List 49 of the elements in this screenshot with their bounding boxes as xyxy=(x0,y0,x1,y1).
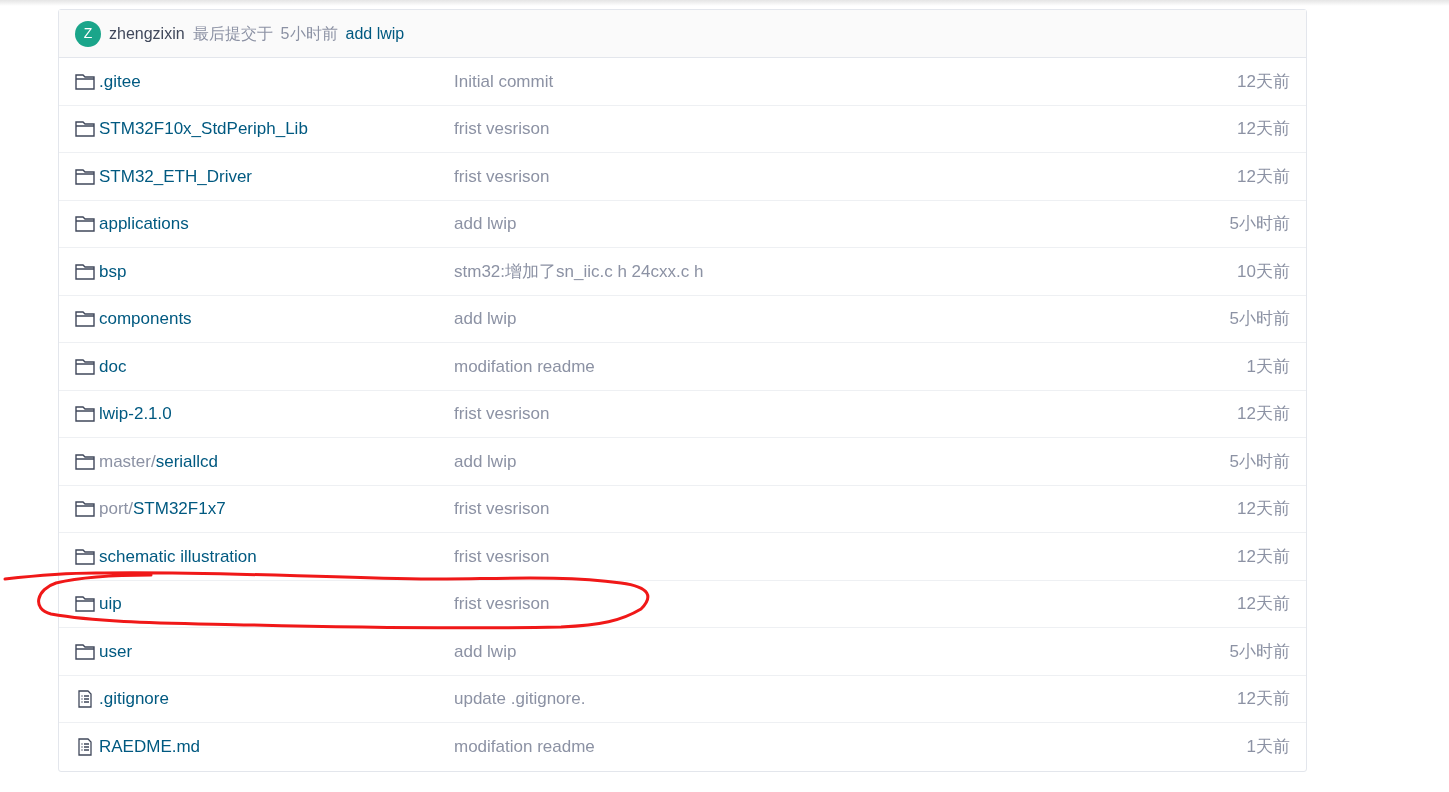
file-link[interactable]: RAEDME.md xyxy=(99,734,201,760)
file-link[interactable]: .gitignore xyxy=(99,686,169,712)
commit-time: 12天前 xyxy=(1237,118,1290,140)
folder-link[interactable]: STM32F10x_StdPeriph_Lib xyxy=(99,116,308,142)
commit-time: 1天前 xyxy=(1246,736,1290,758)
folder-icon xyxy=(75,595,95,613)
folder-link[interactable]: STM32_ETH_Driver xyxy=(99,163,253,189)
folder-link[interactable]: master/seriallcd xyxy=(99,448,219,474)
commit-time: 10天前 xyxy=(1237,260,1290,283)
folder-link[interactable]: bsp xyxy=(99,258,127,284)
commit-time: 5小时前 xyxy=(1229,640,1290,663)
commit-time: 12天前 xyxy=(1237,593,1290,615)
commit-time: 12天前 xyxy=(1237,403,1290,425)
folder-link[interactable]: lwip-2.1.0 xyxy=(99,401,172,427)
folder-icon xyxy=(75,500,95,518)
commit-time: 12天前 xyxy=(1237,70,1290,93)
commit-time: 12天前 xyxy=(1237,498,1290,520)
folder-icon xyxy=(75,547,95,565)
folder-icon xyxy=(75,215,95,233)
commit-label: 最后提交于 xyxy=(192,23,273,44)
folder-icon xyxy=(75,452,95,470)
folder-link[interactable]: uip xyxy=(99,591,122,617)
folder-icon xyxy=(75,405,95,423)
file-icon xyxy=(75,689,95,708)
folder-link[interactable]: doc xyxy=(99,353,127,379)
commit-time: 12天前 xyxy=(1237,545,1290,568)
folder-icon xyxy=(75,120,95,138)
folder-icon xyxy=(75,310,95,328)
folder-link[interactable]: schematic illustration xyxy=(99,543,257,569)
folder-icon xyxy=(75,262,95,280)
commit-time: 5小时前 xyxy=(1229,450,1290,473)
folder-icon xyxy=(75,357,95,375)
file-icon xyxy=(75,737,95,756)
commit-time: 1天前 xyxy=(1246,355,1290,378)
commit-time: 5小时前 xyxy=(1229,213,1290,235)
commit-time: 12天前 xyxy=(1237,165,1290,188)
folder-icon xyxy=(75,72,95,90)
folder-link[interactable]: port/STM32F1x7 xyxy=(99,496,226,522)
folder-link[interactable]: components xyxy=(99,306,192,332)
folder-icon xyxy=(75,167,95,185)
commit-time: 5小时前 xyxy=(1229,308,1290,330)
folder-icon xyxy=(75,642,95,660)
author-link[interactable]: zhengzixin xyxy=(109,21,185,46)
commit-time: 12天前 xyxy=(1237,688,1290,710)
folder-link[interactable]: user xyxy=(99,638,133,664)
commit-message-link[interactable]: add lwip xyxy=(345,21,405,46)
folder-link[interactable]: applications xyxy=(99,211,189,237)
folder-link[interactable]: .gitee xyxy=(99,68,141,94)
commit-time: 5小时前 xyxy=(280,23,338,44)
